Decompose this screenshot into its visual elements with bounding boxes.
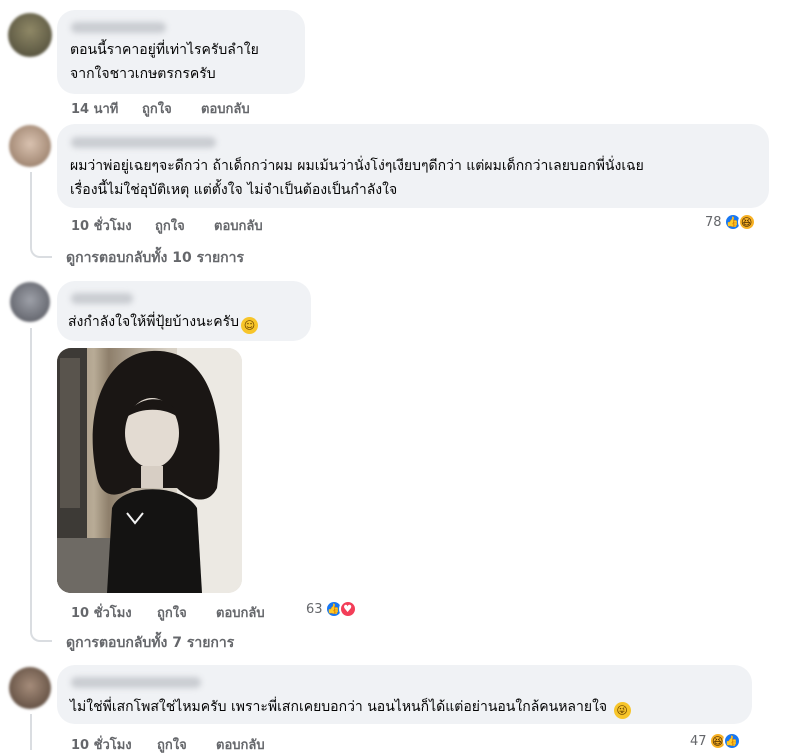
comment-text-line: จากใจชาวเกษตรกรครับ — [70, 66, 216, 82]
reaction-summary[interactable]: 63 👍 ♥ — [306, 600, 357, 618]
commenter-name-redacted[interactable] — [71, 677, 201, 688]
commenter-name-redacted[interactable] — [71, 137, 216, 148]
comment-text-line: ผมว่าพ่อยู่เฉยๆจะดีกว่า ถ้าเด็กกว่าผม ผม… — [70, 158, 644, 174]
avatar[interactable] — [9, 125, 51, 167]
like-comment-button[interactable]: ถูกใจ — [157, 734, 187, 755]
comment-bubble: ผมว่าพ่อยู่เฉยๆจะดีกว่า ถ้าเด็กกว่าผม ผม… — [57, 124, 769, 208]
love-icon: ♥ — [338, 600, 357, 618]
like-comment-button[interactable]: ถูกใจ — [142, 98, 172, 119]
reaction-count: 47 — [690, 733, 707, 749]
comment-bubble: ส่งกำลังใจให้พี่ปุ้ยบ้างนะครับ ☺ — [57, 281, 311, 341]
winking-face-icon: 😜 — [613, 702, 631, 719]
like-comment-button[interactable]: ถูกใจ — [155, 215, 185, 236]
haha-icon: 😆 — [737, 213, 756, 231]
view-replies-link[interactable]: ดูการตอบกลับทั้ง 10 รายการ — [66, 247, 244, 269]
comment-text: ไม่ใช่พี่เสกโพสใช่ไหมครับ เพราะพี่เสกเคย… — [70, 699, 608, 715]
thread-line — [30, 328, 32, 630]
reply-comment-button[interactable]: ตอบกลับ — [216, 734, 265, 755]
comment-text-line: ส่งกำลังใจให้พี่ปุ้ยบ้างนะครับ ☺ — [68, 309, 259, 335]
thread-connector — [30, 628, 52, 642]
thread-line — [30, 714, 32, 750]
commenter-name-redacted[interactable] — [71, 22, 166, 33]
avatar[interactable] — [8, 13, 52, 57]
reaction-count: 78 — [705, 214, 722, 230]
avatar[interactable] — [10, 282, 50, 322]
comment-text-line: ตอนนี้ราคาอยู่ที่เท่าไรครับลำใย — [70, 42, 259, 58]
comment-photo[interactable] — [57, 348, 242, 593]
smiling-face-icon: ☺ — [241, 317, 259, 334]
thread-connector — [30, 244, 52, 258]
comment-timestamp[interactable]: 10 ชั่วโมง — [71, 215, 132, 236]
comment-bubble: ไม่ใช่พี่เสกโพสใช่ไหมครับ เพราะพี่เสกเคย… — [57, 665, 752, 724]
comment-bubble: ตอนนี้ราคาอยู่ที่เท่าไรครับลำใย จากใจชาว… — [57, 10, 305, 94]
reaction-summary[interactable]: 78 👍 😆 — [705, 213, 756, 231]
avatar[interactable] — [9, 667, 51, 709]
comment-text-line: ไม่ใช่พี่เสกโพสใช่ไหมครับ เพราะพี่เสกเคย… — [70, 694, 631, 720]
comment-timestamp[interactable]: 10 ชั่วโมง — [71, 734, 132, 755]
comment-timestamp[interactable]: 14 นาที — [71, 98, 118, 119]
thread-line — [30, 172, 32, 246]
reply-comment-button[interactable]: ตอบกลับ — [216, 602, 265, 623]
reply-comment-button[interactable]: ตอบกลับ — [201, 98, 250, 119]
comment-timestamp[interactable]: 10 ชั่วโมง — [71, 602, 132, 623]
reaction-summary[interactable]: 47 😆 👍 — [690, 732, 741, 750]
view-replies-link[interactable]: ดูการตอบกลับทั้ง 7 รายการ — [66, 632, 234, 654]
reaction-count: 63 — [306, 601, 323, 617]
reply-comment-button[interactable]: ตอบกลับ — [214, 215, 263, 236]
commenter-name-redacted[interactable] — [71, 293, 133, 304]
comment-text: ส่งกำลังใจให้พี่ปุ้ยบ้างนะครับ — [68, 314, 240, 330]
like-comment-button[interactable]: ถูกใจ — [157, 602, 187, 623]
comment-text-line: เรื่องนี้ไม่ใช่อุบัติเหตุ แต่ตั้งใจ ไม่จ… — [70, 182, 398, 198]
photo-illustration — [57, 348, 242, 593]
like-icon: 👍 — [722, 732, 741, 750]
